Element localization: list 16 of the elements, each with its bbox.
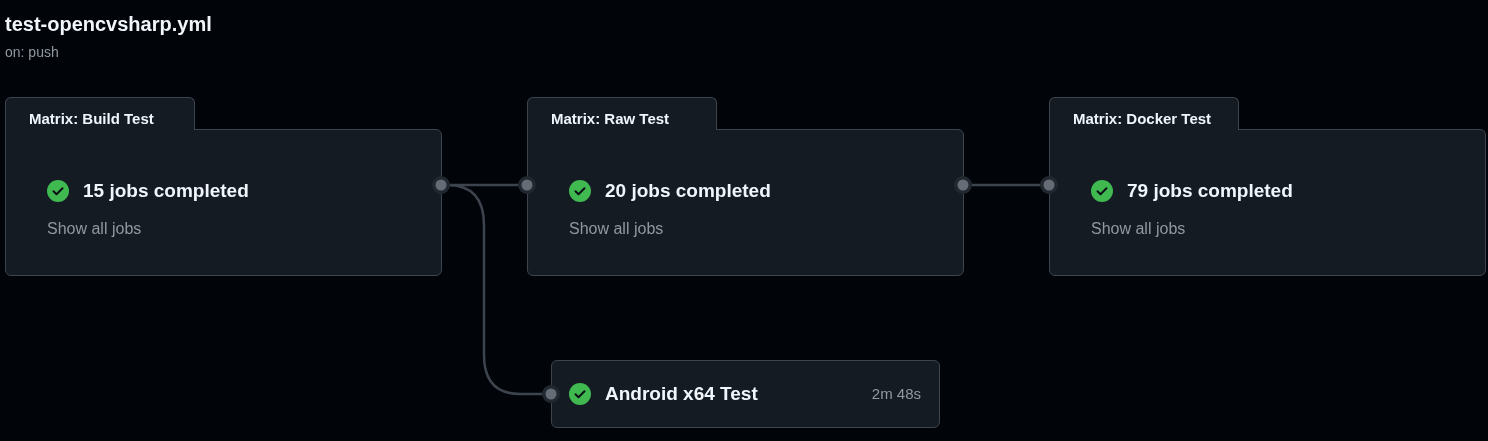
port-dot (432, 176, 450, 194)
show-jobs-link[interactable]: Show all jobs (569, 217, 664, 241)
job-card[interactable]: Android x64 Test 2m 48s (551, 360, 940, 428)
port-dot (1040, 176, 1058, 194)
port-dot (542, 385, 560, 403)
port-dot (954, 176, 972, 194)
show-jobs-link[interactable]: Show all jobs (1091, 217, 1186, 241)
jobs-summary: 20 jobs completed (605, 179, 771, 203)
workflow-trigger: on: push (5, 43, 60, 62)
port-dot (518, 176, 536, 194)
job-name: Android x64 Test (605, 381, 758, 406)
job-duration: 2m 48s (871, 383, 921, 404)
jobs-summary: 15 jobs completed (83, 179, 249, 203)
show-jobs-link[interactable]: Show all jobs (47, 217, 142, 241)
workflow-title: test-opencvsharp.yml (5, 12, 212, 36)
jobs-summary: 79 jobs completed (1127, 179, 1293, 203)
